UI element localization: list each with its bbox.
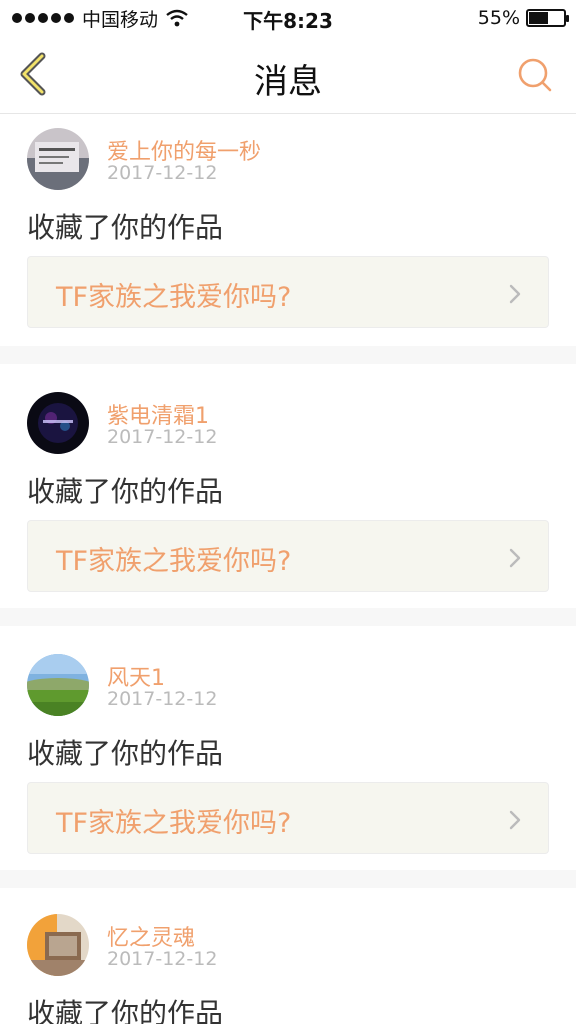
card-separator — [0, 608, 576, 626]
avatar[interactable] — [27, 654, 89, 716]
avatar[interactable] — [27, 392, 89, 454]
chevron-right-icon — [509, 810, 521, 830]
message-date: 2017-12-12 — [107, 948, 218, 970]
work-title: TF家族之我爱你吗? — [56, 282, 292, 313]
work-link[interactable]: TF家族之我爱你吗? — [27, 256, 549, 328]
avatar[interactable] — [27, 914, 89, 976]
work-link[interactable]: TF家族之我爱你吗? — [27, 782, 549, 854]
status-right: 55% — [477, 6, 569, 30]
message-card: 忆之灵魂 2017-12-12 收藏了你的作品 — [0, 888, 576, 1024]
work-link[interactable]: TF家族之我爱你吗? — [27, 520, 549, 592]
card-separator — [0, 870, 576, 888]
battery-fill — [529, 12, 548, 24]
chevron-right-icon — [509, 548, 521, 568]
message-card: 紫电清霜1 2017-12-12 收藏了你的作品 TF家族之我爱你吗? — [0, 364, 576, 608]
message-date: 2017-12-12 — [107, 688, 218, 710]
action-text: 收藏了你的作品 — [27, 211, 224, 244]
message-card: 风天1 2017-12-12 收藏了你的作品 TF家族之我爱你吗? — [0, 626, 576, 870]
message-list: 爱上你的每一秒 2017-12-12 收藏了你的作品 TF家族之我爱你吗? 紫电… — [0, 114, 576, 1024]
message-card: 爱上你的每一秒 2017-12-12 收藏了你的作品 TF家族之我爱你吗? — [0, 114, 576, 346]
message-date: 2017-12-12 — [107, 162, 218, 184]
work-title: TF家族之我爱你吗? — [56, 808, 292, 839]
battery-percent: 55% — [477, 7, 520, 29]
page-title: 消息 — [254, 62, 322, 102]
action-text: 收藏了你的作品 — [27, 997, 224, 1024]
action-text: 收藏了你的作品 — [27, 475, 224, 508]
nav-bar: 消息 — [0, 36, 576, 114]
action-text: 收藏了你的作品 — [27, 737, 224, 770]
card-separator — [0, 346, 576, 364]
battery-icon — [526, 9, 569, 27]
avatar[interactable] — [27, 128, 89, 190]
search-icon[interactable] — [516, 56, 554, 94]
work-title: TF家族之我爱你吗? — [56, 546, 292, 577]
status-bar: 中国移动 下午8:23 55% — [0, 0, 576, 36]
chevron-right-icon — [509, 284, 521, 304]
message-date: 2017-12-12 — [107, 426, 218, 448]
